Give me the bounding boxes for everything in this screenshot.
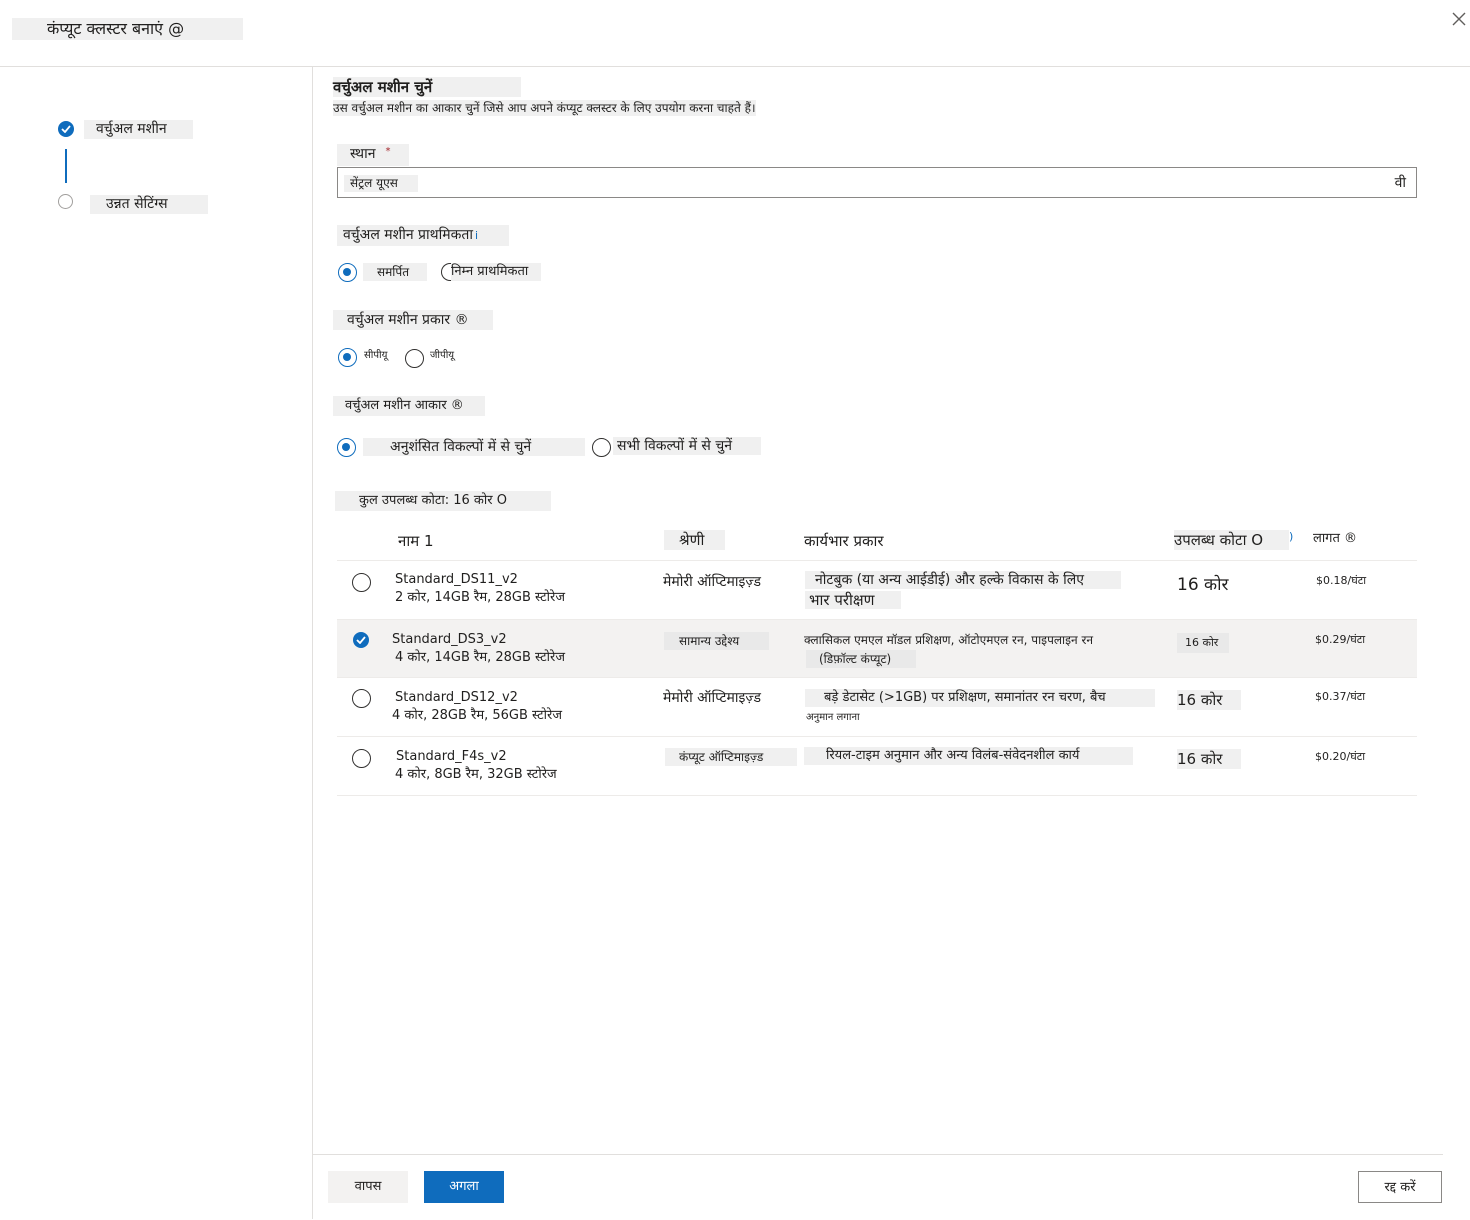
priority-low-radio[interactable]	[441, 263, 451, 281]
col-header-category[interactable]: श्रेणी	[664, 530, 725, 550]
vm-size-recommended-label[interactable]: अनुशंसित विकल्पों में से चुनें	[363, 438, 585, 456]
col-header-name[interactable]: नाम 1	[398, 531, 434, 551]
vm-size-recommended-radio[interactable]	[337, 438, 356, 457]
vm-quota: 16 कोर	[1177, 633, 1229, 653]
vm-quota: 16 कोर	[1177, 690, 1241, 710]
vm-quota: 16 कोर	[1177, 749, 1241, 769]
location-label: स्थान *	[337, 144, 409, 166]
vm-size-all-label[interactable]: सभी विकल्पों में से चुनें	[613, 437, 761, 455]
step-complete-icon	[58, 121, 74, 137]
total-quota: कुल उपलब्ध कोटा: 16 कोर O	[335, 491, 551, 511]
vm-type-gpu-radio[interactable]	[405, 349, 424, 368]
cancel-button[interactable]: रद्द करें	[1358, 1171, 1442, 1203]
row-checked-icon[interactable]	[353, 632, 369, 648]
row-select-radio[interactable]	[352, 689, 371, 708]
table-row-selected[interactable]: Standard_DS3_v2 4 कोर, 14GB रैम, 28GB स्…	[337, 620, 1417, 678]
priority-label-text: वर्चुअल मशीन प्राथमिकता	[343, 227, 473, 243]
next-button[interactable]: अगला	[424, 1171, 504, 1203]
dialog-title: कंप्यूट क्लस्टर बनाएं @	[12, 18, 243, 40]
vm-type-label: वर्चुअल मशीन प्रकार ®	[333, 310, 493, 330]
vm-workload: बड़े डेटासेट (>1GB) पर प्रशिक्षण, समानां…	[805, 689, 1155, 707]
vm-specs: 2 कोर, 14GB रैम, 28GB स्टोरेज	[395, 590, 565, 605]
wizard-steps: वर्चुअल मशीन उन्नत सेटिंग्स	[0, 67, 313, 1219]
vm-workload: नोटबुक (या अन्य आईडीई) और हल्के विकास के…	[805, 571, 1121, 589]
step-connector	[65, 149, 67, 183]
vm-type-cpu-radio[interactable]	[338, 348, 357, 367]
table-row[interactable]: Standard_DS11_v2 2 कोर, 14GB रैम, 28GB स…	[337, 561, 1417, 620]
vm-size-all-radio[interactable]	[592, 438, 611, 457]
vm-specs: 4 कोर, 28GB रैम, 56GB स्टोरेज	[392, 708, 562, 723]
close-icon[interactable]	[1452, 10, 1470, 32]
back-button[interactable]: वापस	[328, 1171, 408, 1203]
step-advanced-settings[interactable]: उन्नत सेटिंग्स	[90, 195, 208, 214]
vm-category: मेमोरी ऑप्टिमाइज़्ड	[663, 690, 761, 706]
vm-cost: $0.18/घंटा	[1316, 574, 1367, 587]
vm-type-cpu-label[interactable]: सीपीयू	[364, 347, 387, 365]
required-marker: *	[385, 146, 391, 157]
row-select-radio[interactable]	[352, 749, 371, 768]
vm-name: Standard_DS12_v2	[395, 690, 518, 705]
vm-size-label: वर्चुअल मशीन आकार ®	[333, 396, 485, 416]
row-select-radio[interactable]	[352, 573, 371, 592]
vm-name: Standard_F4s_v2	[396, 749, 507, 764]
priority-dedicated-radio[interactable]	[338, 263, 357, 282]
col-header-cost[interactable]: लागत ®	[1313, 529, 1357, 549]
step-pending-icon	[58, 194, 73, 209]
vm-cost: $0.20/घंटा	[1315, 750, 1366, 763]
vm-cost: $0.37/घंटा	[1315, 690, 1366, 703]
vm-category: मेमोरी ऑप्टिमाइज़्ड	[663, 574, 761, 590]
vm-workload: क्लासिकल एमएल मॉडल प्रशिक्षण, ऑटोएमएल रन…	[804, 633, 1094, 647]
priority-low-label[interactable]: निम्न प्राथमिकता	[451, 263, 541, 281]
priority-dedicated-label[interactable]: समर्पित	[363, 263, 427, 281]
table-row[interactable]: Standard_DS12_v2 4 कोर, 28GB रैम, 56GB स…	[337, 678, 1417, 737]
vm-name: Standard_DS3_v2	[392, 632, 507, 647]
location-label-text: स्थान	[350, 146, 376, 162]
vm-cost: $0.29/घंटा	[1315, 633, 1366, 646]
vm-workload-cont: भार परीक्षण	[805, 591, 901, 609]
vm-name: Standard_DS11_v2	[395, 572, 518, 587]
priority-label: वर्चुअल मशीन प्राथमिकता i	[337, 225, 509, 246]
vm-specs: 4 कोर, 8GB रैम, 32GB स्टोरेज	[395, 767, 557, 782]
quota-info-icon[interactable]: )	[1289, 530, 1293, 543]
vm-quota: 16 कोर	[1177, 575, 1229, 595]
step-virtual-machine[interactable]: वर्चुअल मशीन	[84, 120, 193, 139]
col-header-quota[interactable]: उपलब्ध कोटा O	[1174, 530, 1289, 550]
vm-specs: 4 कोर, 14GB रैम, 28GB स्टोरेज	[395, 650, 565, 665]
table-row[interactable]: Standard_F4s_v2 4 कोर, 8GB रैम, 32GB स्ट…	[337, 737, 1417, 796]
chevron-down-icon: वी	[1394, 175, 1406, 191]
vm-category: सामान्य उद्देश्य	[664, 632, 769, 650]
main-panel: वर्चुअल मशीन चुनें उस वर्चुअल मशीन का आक…	[313, 67, 1470, 1219]
vm-category: कंप्यूट ऑप्टिमाइज़्ड	[665, 748, 797, 766]
info-icon[interactable]: i	[475, 229, 478, 242]
location-value: सेंट्रल यूएस	[344, 175, 418, 192]
dialog-header: कंप्यूट क्लस्टर बनाएं @	[0, 0, 1470, 67]
vm-workload-cont: (डिफ़ॉल्ट कंप्यूट)	[806, 650, 916, 668]
vm-workload: रियल-टाइम अनुमान और अन्य विलंब-संवेदनशील…	[804, 747, 1133, 765]
dialog-footer: वापस अगला रद्द करें	[313, 1154, 1443, 1220]
section-title: वर्चुअल मशीन चुनें	[333, 77, 521, 97]
vm-workload-cont: अनुमान लगाना	[806, 712, 860, 723]
location-dropdown[interactable]: सेंट्रल यूएस वी	[337, 167, 1417, 198]
col-header-workload[interactable]: कार्यभार प्रकार	[804, 531, 884, 551]
section-subtitle: उस वर्चुअल मशीन का आकार चुनें जिसे आप अप…	[333, 100, 756, 116]
vm-type-gpu-label[interactable]: जीपीयू	[430, 347, 454, 365]
